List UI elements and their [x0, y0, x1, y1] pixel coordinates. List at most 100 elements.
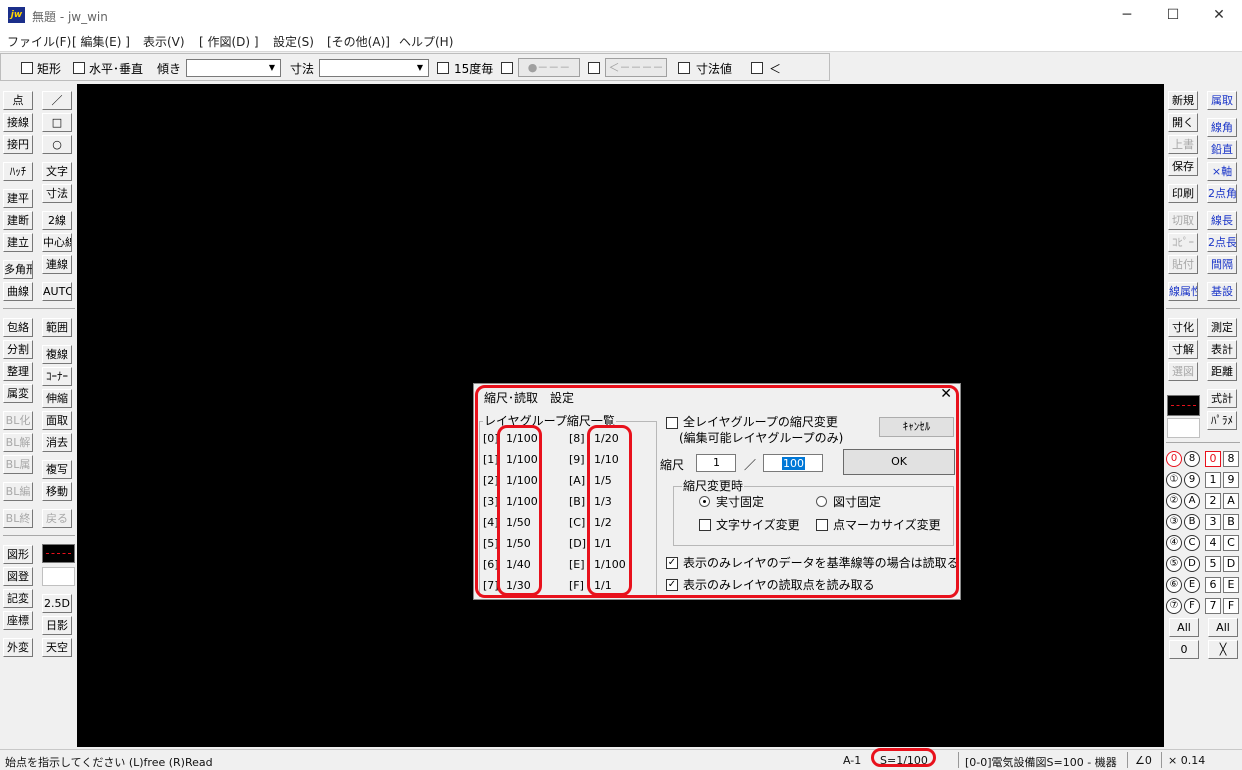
layer-indicator[interactable]: [0-0]電気設備図S=100 - 機器: [965, 754, 1117, 770]
tool-corner[interactable]: ｺｰﾅｰ: [42, 367, 72, 386]
layer-button[interactable]: C: [1223, 535, 1239, 551]
tool-figure[interactable]: 図形: [3, 545, 33, 564]
tool-overwrite[interactable]: 上書: [1168, 135, 1198, 154]
tool-table-calc[interactable]: 表計: [1207, 340, 1237, 359]
dimval-checkbox[interactable]: [678, 62, 690, 74]
tool-base-setting[interactable]: 基設: [1207, 282, 1237, 301]
layer-group-button[interactable]: ⑤: [1166, 556, 1182, 572]
tool-undo[interactable]: 戻る: [42, 509, 72, 528]
layer-button[interactable]: E: [1223, 577, 1239, 593]
tool-polygon[interactable]: 多角形: [3, 260, 33, 279]
tool-point[interactable]: 点: [3, 91, 33, 110]
tool-range[interactable]: 範囲: [42, 318, 72, 337]
layer-group-button[interactable]: ④: [1166, 535, 1182, 551]
tool-figure-register[interactable]: 図登: [3, 567, 33, 586]
tool-parametric[interactable]: ﾊﾟﾗﾒ: [1207, 411, 1237, 430]
menu-edit[interactable]: [ 編集(E) ]: [72, 33, 130, 50]
tool-erase[interactable]: 消去: [42, 433, 72, 452]
tool-envelope[interactable]: 包絡: [3, 318, 33, 337]
tool-vertical[interactable]: 鉛直: [1207, 140, 1237, 159]
menu-other[interactable]: [その他(A)]: [327, 33, 390, 50]
tool-elevation[interactable]: 建立: [3, 233, 33, 252]
tool-2-5d[interactable]: 2.5D: [42, 594, 72, 613]
layer-button[interactable]: 5: [1205, 556, 1221, 572]
tool-paste[interactable]: 貼付: [1168, 255, 1198, 274]
tool-dim-release[interactable]: 寸解: [1168, 340, 1198, 359]
layer-group-button[interactable]: ⑥: [1166, 577, 1182, 593]
layer-button[interactable]: 4: [1205, 535, 1221, 551]
layer-group-all-button[interactable]: All: [1169, 618, 1199, 637]
layer-button[interactable]: F: [1223, 598, 1239, 614]
tool-line-length[interactable]: 線長: [1207, 211, 1237, 230]
layer-group-button[interactable]: F: [1184, 598, 1200, 614]
tool-chamfer[interactable]: 面取: [42, 411, 72, 430]
layer-all-button[interactable]: All: [1208, 618, 1238, 637]
layer-group-button[interactable]: ⑦: [1166, 598, 1182, 614]
layer-button[interactable]: 7: [1205, 598, 1221, 614]
layer-button[interactable]: 1: [1205, 472, 1221, 488]
tool-save[interactable]: 保存: [1168, 157, 1198, 176]
tool-connect-line[interactable]: 連線: [42, 255, 72, 274]
tool-auto[interactable]: AUTO: [42, 282, 72, 301]
layer-group-button[interactable]: 9: [1184, 472, 1200, 488]
tool-new[interactable]: 新規: [1168, 91, 1198, 110]
angle-indicator[interactable]: ∠0: [1135, 754, 1152, 767]
tool-line-attr[interactable]: 線属性: [1168, 282, 1198, 301]
tool-2pt-length[interactable]: 2点長: [1207, 233, 1237, 252]
layer-button[interactable]: D: [1223, 556, 1239, 572]
layer-group-button[interactable]: E: [1184, 577, 1200, 593]
menu-help[interactable]: ヘルプ(H): [399, 33, 453, 50]
layer-button[interactable]: 6: [1205, 577, 1221, 593]
tool-copy[interactable]: 複写: [42, 460, 72, 479]
tool-coordinate[interactable]: 座標: [3, 611, 33, 630]
tool-symbol-change[interactable]: 記変: [3, 589, 33, 608]
tool-copy-clip[interactable]: ｺﾋﾟｰ: [1168, 233, 1198, 252]
layer-button[interactable]: 9: [1223, 472, 1239, 488]
deg15-checkbox[interactable]: [437, 62, 449, 74]
layer-group-zero-button[interactable]: 0: [1169, 640, 1199, 659]
tool-print[interactable]: 印刷: [1168, 184, 1198, 203]
tool-measure[interactable]: 測定: [1207, 318, 1237, 337]
tool-bl-make[interactable]: BL化: [3, 411, 33, 430]
tool-rectangle[interactable]: □: [42, 113, 72, 132]
tool-move[interactable]: 移動: [42, 482, 72, 501]
minimize-icon[interactable]: ─: [1104, 0, 1150, 30]
dim-combo[interactable]: ▼: [319, 59, 429, 77]
layer-group-button[interactable]: 8: [1184, 451, 1200, 467]
tool-interval[interactable]: 間隔: [1207, 255, 1237, 274]
tool-attr-pick[interactable]: 属取: [1207, 91, 1237, 110]
zoom-indicator[interactable]: × 0.14: [1168, 754, 1205, 767]
layer-group-button[interactable]: ②: [1166, 493, 1182, 509]
tool-dim-make[interactable]: 寸化: [1168, 318, 1198, 337]
tool-parallel[interactable]: 複線: [42, 345, 72, 364]
paper-size[interactable]: A-1: [843, 754, 861, 767]
layer-button[interactable]: 8: [1223, 451, 1239, 467]
layer-group-button[interactable]: 0: [1166, 451, 1182, 467]
tool-attr-change[interactable]: 属変: [3, 384, 33, 403]
tool-2pt-angle[interactable]: 2点角: [1207, 184, 1237, 203]
layer-clear-button[interactable]: ╳: [1208, 640, 1238, 659]
layer-group-button[interactable]: B: [1184, 514, 1200, 530]
tool-circle[interactable]: ○: [42, 135, 72, 154]
tool-center-line[interactable]: 中心線: [42, 233, 72, 252]
tool-hatch[interactable]: ﾊｯﾁ: [3, 162, 33, 181]
tool-cut[interactable]: 切取: [1168, 211, 1198, 230]
layer-group-button[interactable]: ③: [1166, 514, 1182, 530]
layer-group-button[interactable]: D: [1184, 556, 1200, 572]
marker-checkbox[interactable]: [501, 62, 513, 74]
tool-dimension[interactable]: 寸法: [42, 184, 72, 203]
close-icon[interactable]: ✕: [1196, 0, 1242, 30]
layer-button[interactable]: 3: [1205, 514, 1221, 530]
tool-bl-end[interactable]: BL終: [3, 509, 33, 528]
tool-formula[interactable]: 式計: [1207, 389, 1237, 408]
marker-button[interactable]: ●－－－: [518, 58, 580, 77]
menu-file[interactable]: ファイル(F): [7, 33, 71, 50]
tool-tangent-circle[interactable]: 接円: [3, 135, 33, 154]
layer-group-button[interactable]: C: [1184, 535, 1200, 551]
menu-settings[interactable]: 設定(S): [273, 33, 314, 50]
tool-plan[interactable]: 建平: [3, 189, 33, 208]
tool-line-angle[interactable]: 線角: [1207, 118, 1237, 137]
layer-button[interactable]: B: [1223, 514, 1239, 530]
tool-section[interactable]: 建断: [3, 211, 33, 230]
tool-external[interactable]: 外変: [3, 638, 33, 657]
